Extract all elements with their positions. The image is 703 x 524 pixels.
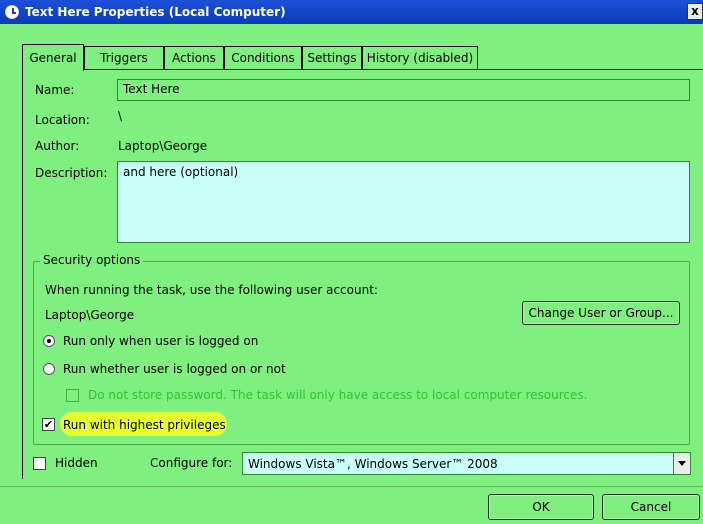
author-value: Laptop\George <box>118 139 208 153</box>
location-value: \ <box>118 109 123 123</box>
security-options-title: Security options <box>40 253 144 267</box>
configure-for-dropdown[interactable]: Windows Vista™, Windows Server™ 2008 <box>242 452 691 475</box>
cancel-button[interactable]: Cancel <box>602 494 700 520</box>
run-whether-label[interactable]: Run whether user is logged on or not <box>63 362 286 376</box>
configure-for-label: Configure for: <box>150 456 233 470</box>
tab-history[interactable]: History (disabled) <box>362 46 478 70</box>
do-not-store-label: Do not store password. The task will onl… <box>88 388 588 402</box>
chevron-down-icon[interactable] <box>673 453 690 474</box>
window-title: Text Here Properties (Local Computer) <box>25 5 286 19</box>
tab-settings[interactable]: Settings <box>302 46 362 70</box>
author-label: Author: <box>35 139 80 153</box>
user-account-value: Laptop\George <box>45 308 135 322</box>
description-field[interactable]: and here (optional) <box>117 161 690 243</box>
hidden-checkbox[interactable] <box>33 457 46 470</box>
run-logged-on-label[interactable]: Run only when user is logged on <box>63 334 258 348</box>
name-label: Name: <box>35 83 75 97</box>
tab-triggers[interactable]: Triggers <box>84 46 164 70</box>
do-not-store-checkbox <box>66 389 79 402</box>
close-button[interactable]: x <box>687 3 703 20</box>
configure-for-value: Windows Vista™, Windows Server™ 2008 <box>248 457 498 471</box>
location-label: Location: <box>35 113 90 127</box>
change-user-button[interactable]: Change User or Group... <box>522 301 680 325</box>
tab-conditions[interactable]: Conditions <box>224 46 302 70</box>
highest-privileges-label[interactable]: Run with highest privileges <box>63 418 226 432</box>
title-bar[interactable]: Text Here Properties (Local Computer) x <box>0 0 703 24</box>
run-logged-on-radio[interactable] <box>43 335 55 347</box>
hidden-label[interactable]: Hidden <box>55 456 98 470</box>
account-prompt: When running the task, use the following… <box>45 283 378 297</box>
task-clock-icon <box>5 5 19 19</box>
tab-general[interactable]: General <box>22 44 84 71</box>
footer-divider <box>0 486 703 487</box>
name-field[interactable]: Text Here <box>117 79 690 101</box>
description-label: Description: <box>35 166 108 180</box>
run-whether-radio[interactable] <box>43 363 55 375</box>
tab-actions[interactable]: Actions <box>164 46 224 70</box>
ok-button[interactable]: OK <box>488 494 594 520</box>
highest-privileges-checkbox[interactable]: ✔ <box>42 418 55 431</box>
